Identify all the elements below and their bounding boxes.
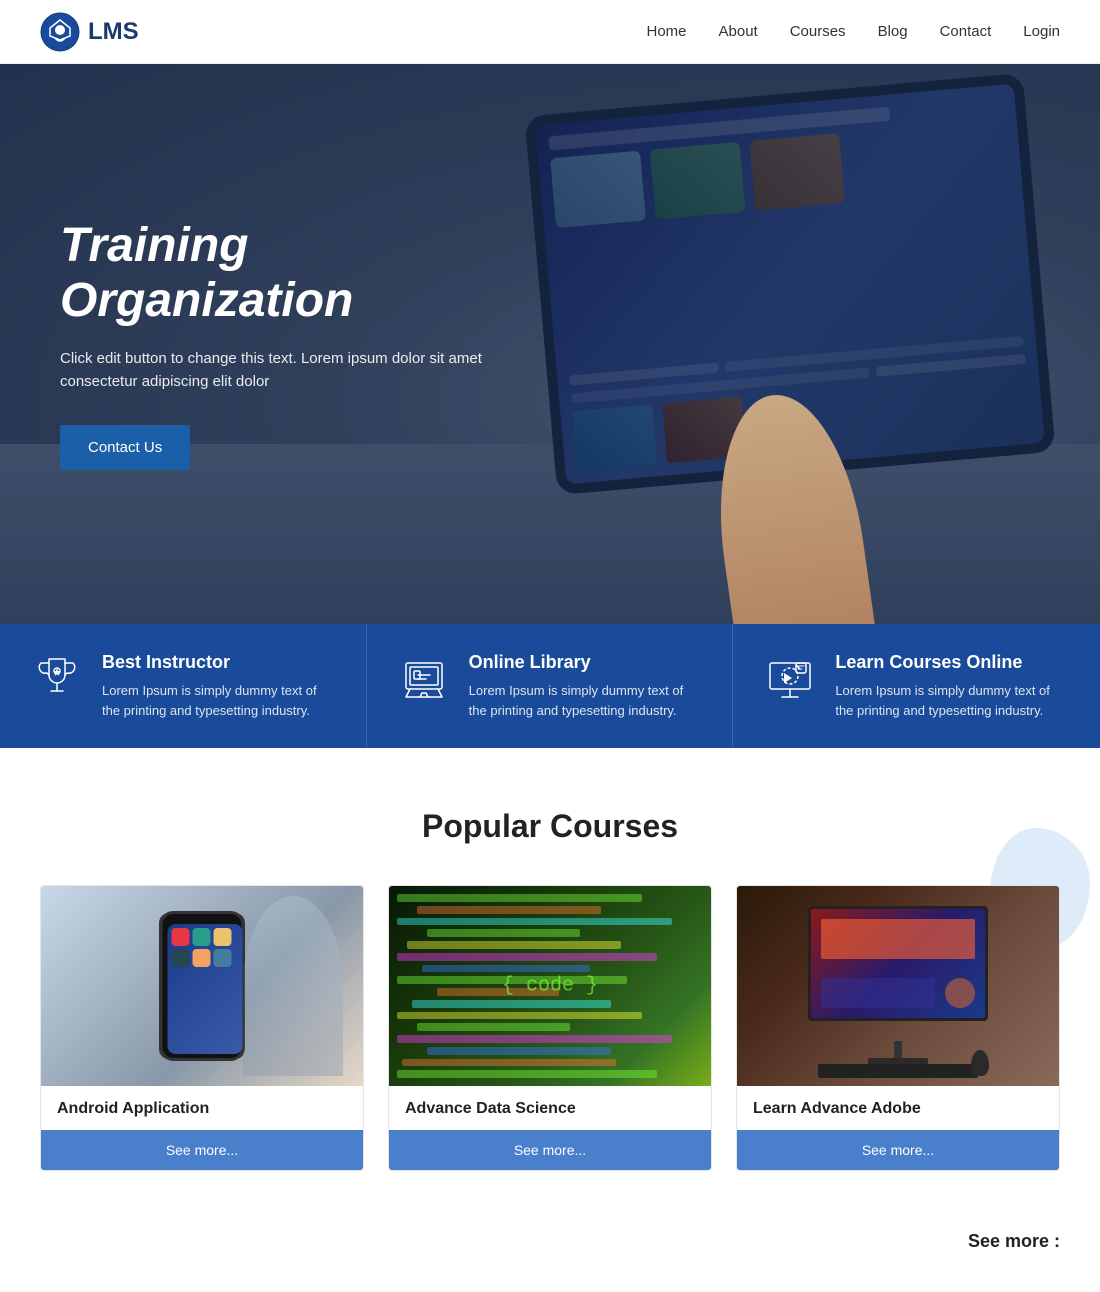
feature-best-instructor-desc: Lorem Ipsum is simply dummy text of the … [102, 681, 336, 720]
main-nav: Home About Courses Blog Contact Login [646, 23, 1060, 40]
contact-us-button[interactable]: Contact Us [60, 425, 190, 470]
trophy-icon [30, 652, 84, 706]
course-android-title: Android Application [57, 1100, 347, 1118]
nav-contact[interactable]: Contact [940, 23, 992, 40]
course-thumb-android [41, 886, 363, 1086]
feature-best-instructor-text: Best Instructor Lorem Ipsum is simply du… [102, 652, 336, 720]
course-data-see-more[interactable]: See more... [389, 1130, 711, 1170]
feature-learn-courses-title: Learn Courses Online [835, 652, 1070, 673]
nav-blog[interactable]: Blog [878, 23, 908, 40]
feature-online-library-desc: Lorem Ipsum is simply dummy text of the … [469, 681, 703, 720]
bottom-area: See more : [0, 1211, 1100, 1292]
course-android-see-more[interactable]: See more... [41, 1130, 363, 1170]
course-data-title: Advance Data Science [405, 1100, 695, 1118]
header: LMS Home About Courses Blog Contact Logi… [0, 0, 1100, 64]
features-bar: Best Instructor Lorem Ipsum is simply du… [0, 624, 1100, 748]
popular-courses-section: Popular Courses [0, 748, 1100, 1211]
course-thumb-data [389, 886, 711, 1086]
nav-about[interactable]: About [719, 23, 758, 40]
course-card-adobe: Learn Advance Adobe See more... [736, 885, 1060, 1171]
feature-learn-courses: Learn Courses Online Lorem Ipsum is simp… [733, 624, 1100, 748]
course-card-data: Advance Data Science See more... [388, 885, 712, 1171]
feature-best-instructor: Best Instructor Lorem Ipsum is simply du… [0, 624, 367, 748]
logo-area[interactable]: LMS [40, 12, 139, 52]
logo-text: LMS [88, 18, 139, 46]
course-adobe-title: Learn Advance Adobe [753, 1100, 1043, 1118]
library-icon [397, 652, 451, 706]
hero-content: Training Organization Click edit button … [0, 218, 580, 470]
popular-courses-title: Popular Courses [40, 808, 1060, 845]
feature-best-instructor-title: Best Instructor [102, 652, 336, 673]
nav-courses[interactable]: Courses [790, 23, 846, 40]
feature-learn-courses-desc: Lorem Ipsum is simply dummy text of the … [835, 681, 1070, 720]
course-adobe-info: Learn Advance Adobe [737, 1086, 1059, 1118]
courses-grid: Android Application See more... [40, 885, 1060, 1171]
hero-section: Training Organization Click edit button … [0, 64, 1100, 624]
nav-login[interactable]: Login [1023, 23, 1060, 40]
course-adobe-see-more[interactable]: See more... [737, 1130, 1059, 1170]
logo-icon [40, 12, 80, 52]
course-data-info: Advance Data Science [389, 1086, 711, 1118]
feature-online-library: Online Library Lorem Ipsum is simply dum… [367, 624, 734, 748]
feature-online-library-title: Online Library [469, 652, 703, 673]
course-card-android: Android Application See more... [40, 885, 364, 1171]
monitor-icon [763, 652, 817, 706]
nav-home[interactable]: Home [646, 23, 686, 40]
see-more-text: See more : [968, 1231, 1060, 1252]
feature-online-library-text: Online Library Lorem Ipsum is simply dum… [469, 652, 703, 720]
hero-subtitle: Click edit button to change this text. L… [60, 348, 520, 393]
course-thumb-adobe [737, 886, 1059, 1086]
course-android-info: Android Application [41, 1086, 363, 1118]
feature-learn-courses-text: Learn Courses Online Lorem Ipsum is simp… [835, 652, 1070, 720]
hero-title: Training Organization [60, 218, 520, 328]
